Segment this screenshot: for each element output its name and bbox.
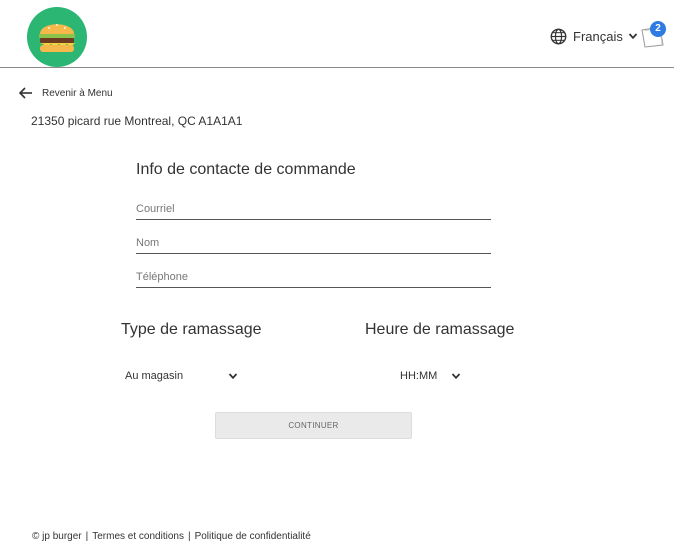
language-label: Français	[573, 28, 623, 44]
back-to-menu-link[interactable]: Revenir à Menu	[19, 85, 113, 101]
privacy-link[interactable]: Politique de confidentialité	[195, 531, 311, 542]
burger-icon	[39, 24, 75, 52]
name-field[interactable]	[136, 232, 491, 254]
pickup-time-title: Heure de ramassage	[365, 321, 515, 338]
chevron-down-icon	[228, 373, 238, 380]
name-input[interactable]	[136, 232, 491, 253]
arrow-left-icon	[19, 87, 32, 99]
pickup-time-value: HH:MM	[400, 370, 438, 382]
globe-icon	[550, 28, 567, 44]
email-field[interactable]	[136, 198, 491, 220]
cart-count-badge: 2	[650, 21, 666, 37]
footer: © jp burger | Termes et conditions | Pol…	[32, 531, 311, 542]
chevron-down-icon	[452, 373, 461, 380]
terms-link[interactable]: Termes et conditions	[92, 531, 184, 542]
contact-form-title: Info de contacte de commande	[136, 161, 356, 178]
header-bar: Français 2	[0, 0, 674, 68]
pickup-time-select[interactable]: HH:MM	[400, 366, 461, 386]
footer-separator: |	[187, 531, 191, 542]
copyright-text: © jp burger	[32, 531, 82, 542]
burger-logo[interactable]	[27, 7, 87, 67]
back-label: Revenir à Menu	[42, 87, 113, 99]
footer-separator: |	[85, 531, 89, 542]
continue-button[interactable]: CONTINUER	[215, 412, 412, 439]
pickup-type-select[interactable]: Au magasin	[125, 366, 238, 386]
pickup-type-value: Au magasin	[125, 370, 184, 382]
pickup-type-title: Type de ramassage	[121, 321, 262, 338]
store-address: 21350 picard rue Montreal, QC A1A1A1	[31, 114, 243, 128]
phone-field[interactable]	[136, 266, 491, 288]
email-input[interactable]	[136, 198, 491, 219]
language-selector[interactable]: Français	[550, 26, 638, 46]
chevron-down-icon	[628, 33, 638, 40]
phone-input[interactable]	[136, 266, 491, 287]
